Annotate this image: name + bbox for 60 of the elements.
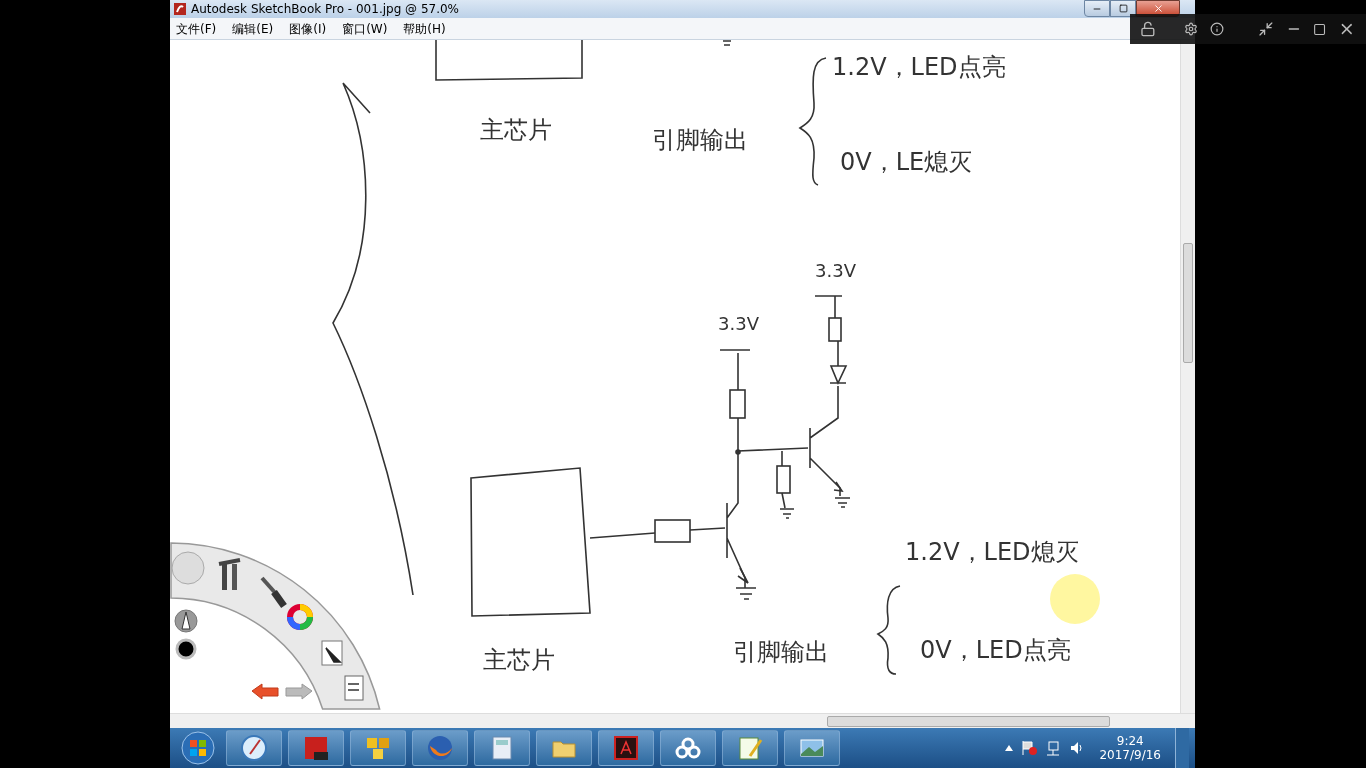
menu-item[interactable]: 窗口(W) bbox=[340, 19, 390, 38]
taskbar-app-button[interactable] bbox=[350, 730, 406, 766]
taskbar-app-button[interactable] bbox=[784, 730, 840, 766]
sketch-app-icon bbox=[302, 734, 330, 762]
maximize-button[interactable] bbox=[1110, 0, 1136, 17]
handwritten-label: 3.3V bbox=[718, 315, 759, 333]
flag-icon[interactable] bbox=[1021, 740, 1038, 756]
app-icon bbox=[173, 2, 187, 16]
tools-icon[interactable] bbox=[218, 558, 241, 590]
menu-item[interactable]: 帮助(H) bbox=[401, 19, 448, 38]
taskbar-app-button[interactable] bbox=[474, 730, 530, 766]
show-desktop-button[interactable] bbox=[1175, 728, 1189, 768]
scrollbar-thumb[interactable] bbox=[1183, 243, 1193, 363]
info-icon[interactable] bbox=[1209, 21, 1224, 37]
windows-logo-icon bbox=[181, 731, 215, 765]
taskbar-app-button[interactable] bbox=[660, 730, 716, 766]
handwritten-label: 引脚输出 bbox=[652, 128, 748, 152]
notepad-icon bbox=[736, 734, 764, 762]
handwritten-label: 1.2V，LED点亮 bbox=[832, 55, 1006, 79]
handwritten-label: 1.2V，LED熄灭 bbox=[905, 540, 1079, 564]
unlock-icon[interactable] bbox=[1140, 20, 1156, 38]
cursor-icon[interactable] bbox=[321, 640, 343, 666]
taskbar-app-button[interactable] bbox=[598, 730, 654, 766]
clock-date: 2017/9/16 bbox=[1099, 748, 1161, 762]
close-icon bbox=[1152, 3, 1164, 14]
redo-icon[interactable] bbox=[285, 683, 313, 700]
handwritten-label: 引脚输出 bbox=[733, 640, 829, 664]
clock-time: 9:24 bbox=[1116, 734, 1144, 748]
document-icon[interactable] bbox=[344, 675, 364, 701]
handwritten-label: 主芯片 bbox=[480, 118, 552, 142]
taskbar-app-button[interactable] bbox=[536, 730, 592, 766]
pdf-reader-icon bbox=[612, 734, 640, 762]
maximize-icon[interactable] bbox=[1313, 21, 1327, 37]
globe-icon bbox=[240, 734, 268, 762]
settings-icon[interactable] bbox=[1183, 21, 1198, 37]
taskbar-app-button[interactable] bbox=[288, 730, 344, 766]
ground-mark bbox=[722, 40, 732, 46]
cursor-highlight bbox=[1050, 574, 1100, 624]
handwritten-label: 0V，LE熄灭 bbox=[840, 150, 973, 174]
taskbar-app-button[interactable] bbox=[722, 730, 778, 766]
menu-item[interactable]: 图像(I) bbox=[287, 19, 329, 38]
horizontal-scrollbar[interactable] bbox=[170, 713, 1195, 728]
menu-item[interactable]: 文件(F) bbox=[174, 19, 219, 38]
undo-icon[interactable] bbox=[251, 683, 279, 700]
color-wheel-icon[interactable] bbox=[287, 604, 313, 630]
network-icon[interactable] bbox=[1045, 740, 1062, 756]
handwritten-label: 主芯片 bbox=[483, 648, 555, 672]
maximize-icon bbox=[1118, 4, 1128, 13]
tray-arrow-icon[interactable] bbox=[1005, 745, 1014, 751]
window-title: Autodesk SketchBook Pro - 001.jpg @ 57.0% bbox=[191, 1, 460, 18]
handwritten-label: 3.3V bbox=[815, 262, 856, 280]
brush-icon[interactable] bbox=[260, 576, 287, 609]
taskbar-app-button[interactable] bbox=[226, 730, 282, 766]
browser-icon bbox=[426, 734, 454, 762]
scrollbar-thumb[interactable] bbox=[827, 715, 1110, 727]
pencil-button[interactable] bbox=[174, 609, 198, 633]
shrink-icon[interactable] bbox=[1257, 20, 1274, 38]
menu-item[interactable]: 编辑(E) bbox=[230, 19, 276, 38]
color-swatch[interactable] bbox=[175, 638, 197, 660]
handwritten-label: 0V，LED点亮 bbox=[920, 638, 1071, 662]
